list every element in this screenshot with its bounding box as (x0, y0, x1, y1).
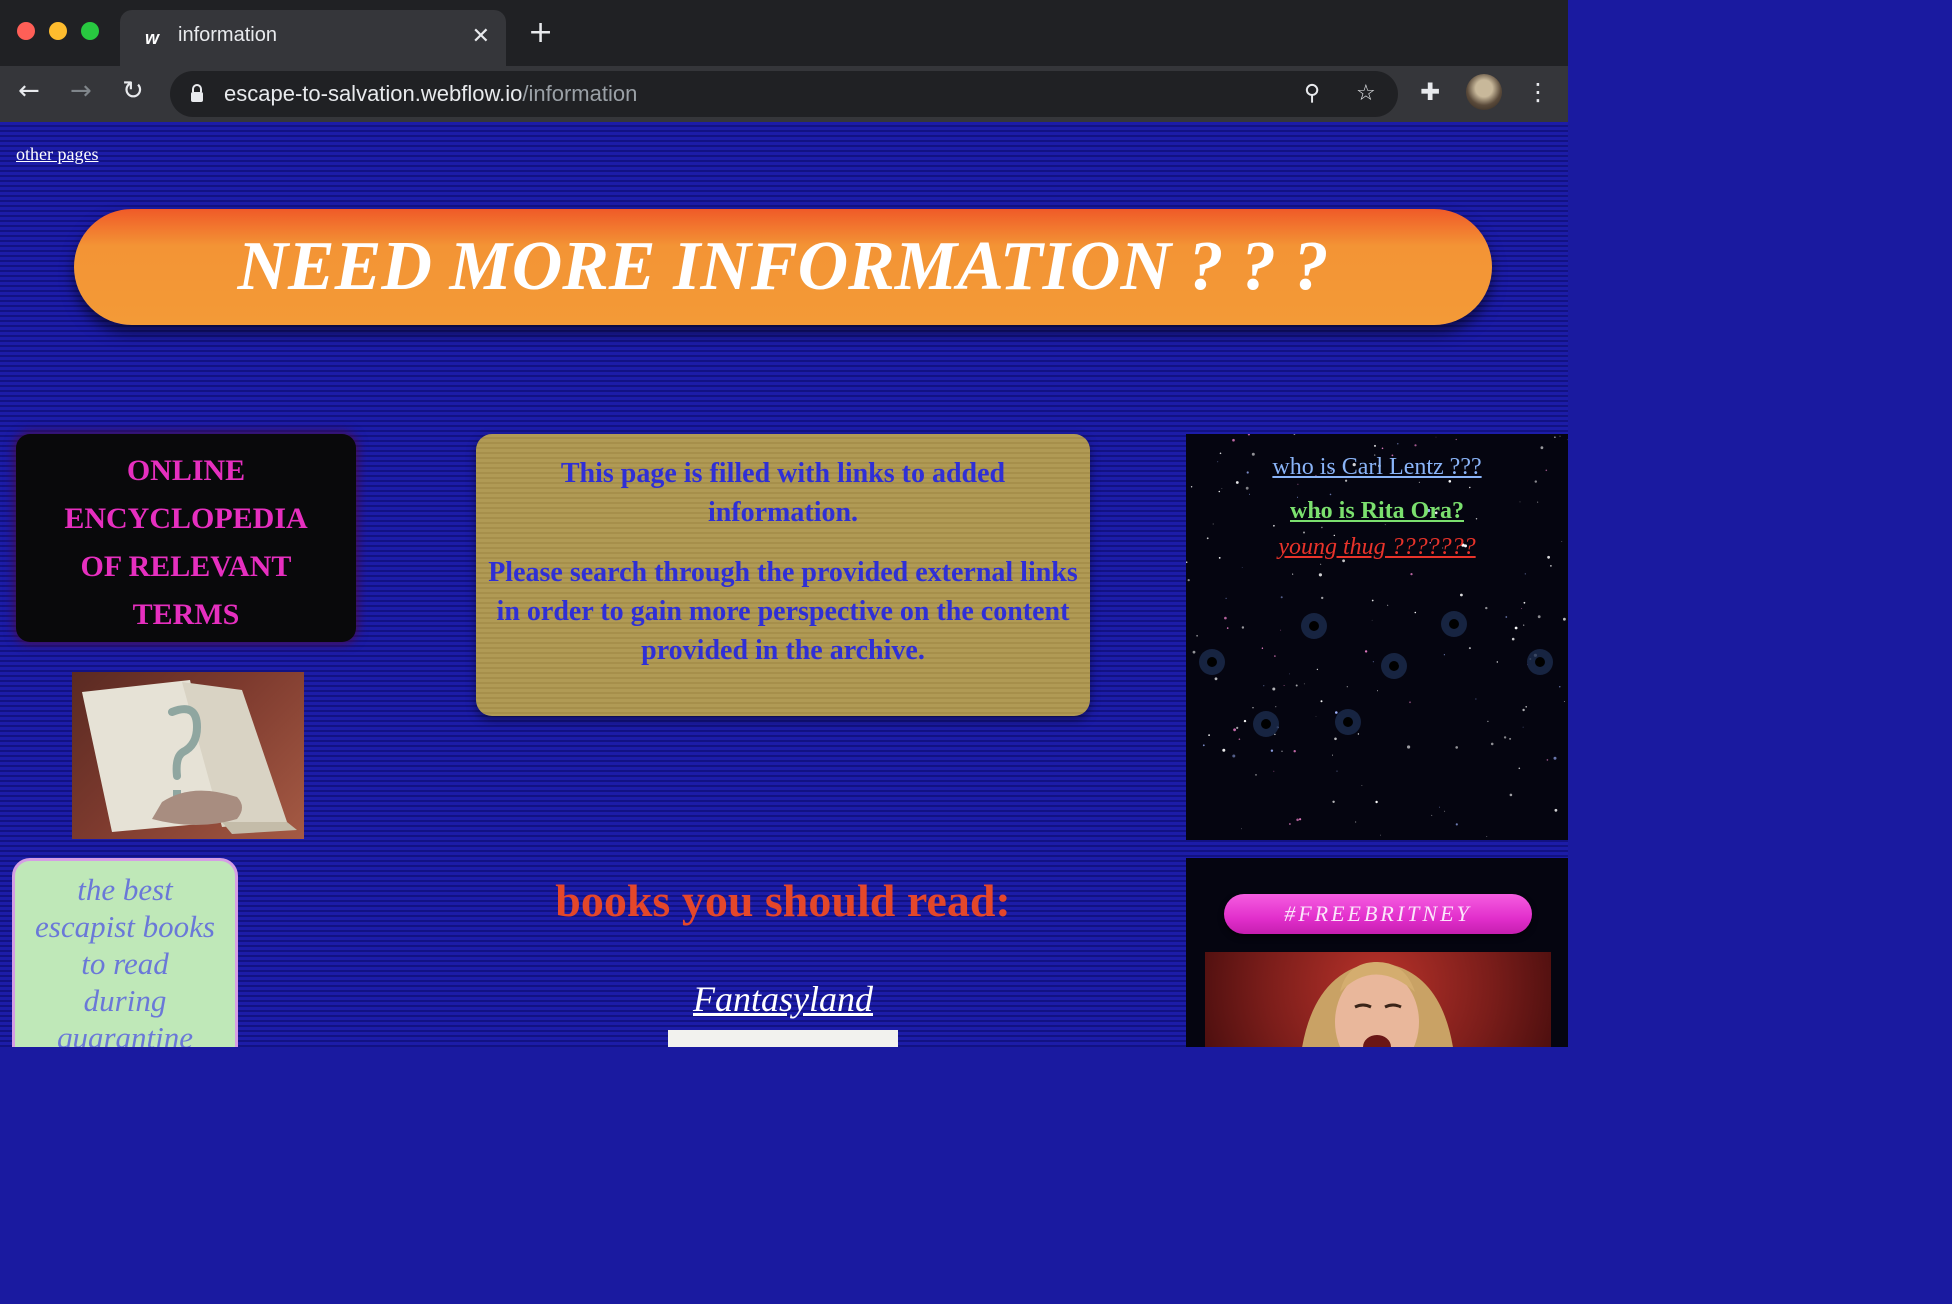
info-paragraph-1: This page is filled with links to added … (560, 458, 1006, 528)
minimize-window-button[interactable] (49, 22, 67, 40)
books-box-line: escapist books (35, 909, 215, 944)
info-paragraph-2: Please search through the provided exter… (488, 557, 1078, 666)
encyclopedia-box[interactable]: ONLINE ENCYCLOPEDIA OF RELEVANT TERMS (16, 434, 356, 642)
url-path: /information (522, 81, 638, 106)
page-title: NEED MORE INFORMATION ? ? ? (237, 228, 1329, 305)
star-icon[interactable]: ☆ (1356, 81, 1376, 106)
starfield-links-panel: who is Carl Lentz ??? who is Rita Ora? y… (1186, 434, 1568, 840)
books-heading: books you should read: (555, 875, 1011, 926)
webflow-favicon-icon: w (144, 28, 159, 48)
starfield-background (1186, 434, 1568, 837)
escapist-books-text: the best escapist books to read during quara… (15, 861, 235, 1047)
back-icon[interactable]: ← (18, 76, 40, 106)
books-box-line: to read (81, 946, 169, 981)
menu-icon[interactable]: ⋮ (1526, 78, 1550, 106)
forward-icon[interactable]: → (70, 76, 92, 106)
browser-toolbar: ← → ↻ escape-to-salvation.webflow.io/inf… (0, 66, 1568, 122)
encyclopedia-line: OF RELEVANT (80, 550, 292, 583)
extensions-icon[interactable]: ✚ (1420, 78, 1440, 106)
new-tab-icon[interactable]: + (528, 18, 553, 48)
encyclopedia-title: ONLINE ENCYCLOPEDIA OF RELEVANT TERMS (16, 434, 356, 639)
close-window-button[interactable] (17, 22, 35, 40)
encyclopedia-line: TERMS (132, 598, 240, 631)
browser-tab[interactable]: w information ✕ (120, 10, 506, 66)
page-content: other pages NEED MORE INFORMATION ? ? ? … (0, 122, 1568, 1047)
lock-icon (191, 84, 203, 102)
question-mark-book-photo (72, 672, 304, 839)
books-box-line: the best (77, 872, 173, 907)
escapist-books-box[interactable]: the best escapist books to read during quara… (12, 858, 238, 1047)
profile-avatar[interactable] (1466, 74, 1502, 110)
url-text: escape-to-salvation.webflow.io/informati… (224, 81, 637, 107)
book-cover-image (668, 1030, 898, 1047)
tab-title: information (178, 24, 277, 46)
encyclopedia-line: ENCYCLOPEDIA (64, 502, 308, 535)
other-pages-link[interactable]: other pages (16, 144, 98, 165)
link-young-thug[interactable]: young thug ??????? (1278, 534, 1475, 561)
browser-tab-bar: w information ✕ + (0, 0, 1568, 66)
link-rita-ora[interactable]: who is Rita Ora? (1290, 498, 1464, 525)
header-banner: NEED MORE INFORMATION ? ? ? (74, 209, 1492, 325)
address-bar[interactable]: escape-to-salvation.webflow.io/informati… (170, 71, 1398, 117)
zoom-window-button[interactable] (81, 22, 99, 40)
books-box-line: during (83, 983, 167, 1018)
zoom-icon[interactable]: ⚲ (1304, 81, 1320, 106)
encyclopedia-line: ONLINE (126, 454, 246, 487)
reload-icon[interactable]: ↻ (122, 76, 144, 106)
url-host: escape-to-salvation.webflow.io (224, 81, 523, 106)
freebritney-panel: #FREEBRITNEY (1186, 858, 1568, 1047)
britney-photo (1205, 952, 1551, 1047)
book-link-fantasyland[interactable]: Fantasyland (476, 978, 1090, 1020)
close-tab-icon[interactable]: ✕ (472, 24, 490, 49)
info-box: This page is filled with links to added … (476, 434, 1090, 716)
freebritney-button[interactable]: #FREEBRITNEY (1224, 894, 1532, 934)
books-box-line: quarantine (56, 1020, 194, 1047)
link-carl-lentz[interactable]: who is Carl Lentz ??? (1272, 454, 1481, 481)
